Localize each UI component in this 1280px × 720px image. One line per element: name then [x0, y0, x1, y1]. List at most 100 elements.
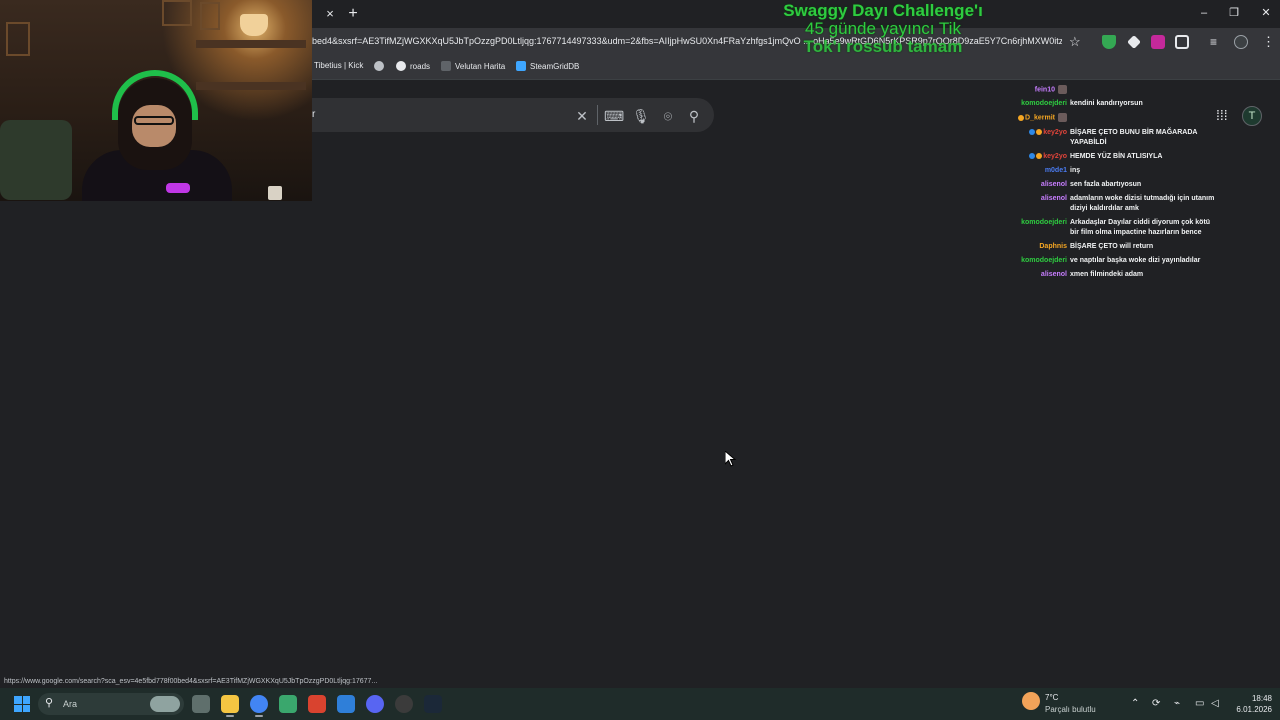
link-status-bar: https://www.google.com/search?sca_esv=4e… [0, 675, 424, 688]
weather-temperature[interactable]: 7°C [1045, 693, 1058, 702]
chat-username[interactable]: key2yo [1008, 152, 1070, 162]
bookmark-roads[interactable]: roads [396, 61, 430, 71]
chat-username-text: alisenol [1040, 270, 1067, 278]
close-window-button[interactable]: ✕ [1256, 5, 1276, 21]
chat-username[interactable]: key2yo [1008, 128, 1070, 148]
search-input[interactable]: r [312, 109, 315, 120]
google-account-avatar[interactable]: T [1242, 106, 1262, 126]
bookmark-tibetius-kick[interactable]: Tibetius | Kick [314, 61, 363, 70]
steamgriddb-icon [516, 61, 526, 71]
chat-message-text: BİŞARE ÇETO BUNU BİR MAĞARADA YAPABİLDİ [1070, 128, 1198, 146]
chat-username[interactable]: Daphnis [1008, 242, 1070, 252]
chat-username[interactable]: alisenol [1008, 180, 1070, 190]
microphone [166, 183, 190, 193]
chat-username[interactable]: komodoejderi [1008, 256, 1070, 266]
chat-message: Daphnis BİŞARE ÇETO will return [1008, 242, 1218, 252]
shelf [196, 40, 306, 48]
chat-message: alisenol adamların woke dizisi tutmadığı … [1008, 194, 1218, 214]
clear-search-icon[interactable]: ✕ [572, 106, 592, 126]
network-icon[interactable]: ▭ [1195, 698, 1204, 709]
stream-title-overlay: Swaggy Dayı Challenge'ı 45 günde yayıncı… [770, 2, 996, 56]
headset [112, 70, 198, 120]
weather-icon[interactable] [1022, 692, 1040, 710]
map-icon [441, 61, 451, 71]
screen: × + – ❐ ✕ bed4&sxsrf=AE3TifMZjWGXKXqU5Jb… [0, 0, 1280, 720]
browser-profile-icon[interactable] [1234, 35, 1248, 49]
file-explorer-icon[interactable] [221, 695, 239, 713]
task-view-icon[interactable] [192, 695, 210, 713]
google-search-box[interactable] [300, 98, 714, 132]
lens-camera-icon[interactable]: ⌾ [658, 106, 678, 126]
chat-username-text: fein10 [1034, 86, 1055, 94]
app-blue-icon[interactable] [337, 695, 355, 713]
maximize-button[interactable]: ❐ [1224, 5, 1244, 21]
clock-date[interactable]: 6.01.2026 [1222, 705, 1272, 714]
chat-message: alisenol xmen filmindeki adam [1008, 270, 1218, 280]
chat-username[interactable]: D_kermit [1008, 113, 1070, 123]
clock-time[interactable]: 18:48 [1232, 694, 1272, 703]
weather-condition[interactable]: Parçalı bulutlu [1045, 705, 1096, 714]
windows-logo-quad [14, 704, 22, 712]
reading-list-icon[interactable]: ≡ [1210, 35, 1224, 49]
chat-emote-icon [1058, 85, 1067, 94]
chat-overlay: fein10 komodoejderi kendini kandırıyorsun D… [1008, 85, 1218, 284]
chat-message: D_kermit [1008, 113, 1218, 123]
chat-username[interactable]: alisenol [1008, 194, 1070, 214]
chat-username-text: D_kermit [1025, 114, 1055, 122]
chat-username-text: alisenol [1040, 180, 1067, 188]
sync-icon[interactable]: ⟳ [1152, 698, 1160, 709]
app-green-icon[interactable] [279, 695, 297, 713]
chat-username-text: key2yo [1043, 128, 1067, 136]
wall-picture [200, 2, 220, 30]
keyboard-icon[interactable]: ⌨ [604, 106, 624, 126]
shield-extension-icon[interactable] [1102, 35, 1116, 49]
chat-username[interactable]: alisenol [1008, 270, 1070, 280]
volume-icon[interactable]: ◁ [1211, 698, 1219, 709]
chrome-icon[interactable] [250, 695, 268, 713]
chat-message-text: ve naptılar başka woke dizi yayınladılar [1070, 256, 1201, 264]
active-tab[interactable] [312, 4, 320, 24]
windows-logo-quad [22, 704, 30, 712]
chat-username[interactable]: komodoejderi [1008, 218, 1070, 238]
search-icon[interactable]: ⚲ [684, 106, 704, 126]
bookmark-star-icon[interactable]: ☆ [1069, 34, 1081, 50]
chat-message: key2yo BİŞARE ÇETO BUNU BİR MAĞARADA YAPA… [1008, 128, 1218, 148]
chat-username-text: key2yo [1043, 152, 1067, 160]
chat-username[interactable]: m0de1 [1008, 166, 1070, 176]
app-dark-icon[interactable] [395, 695, 413, 713]
chat-username[interactable]: fein10 [1008, 85, 1070, 95]
chat-message: key2yo HEMDE YÜZ BİN ATLISIYLA [1008, 152, 1218, 162]
new-tab-button[interactable]: + [345, 5, 361, 23]
start-button[interactable] [14, 696, 30, 712]
chat-badge-icon [1029, 128, 1036, 135]
extensions-puzzle-icon[interactable] [1175, 35, 1189, 49]
bookmark-globe[interactable] [374, 61, 384, 71]
tray-overflow-icon[interactable]: ⌃ [1131, 698, 1139, 709]
chat-badge-icon [1036, 152, 1043, 159]
usb-icon[interactable]: ⌁ [1174, 698, 1180, 709]
cursor-arrow-icon [725, 451, 737, 467]
chat-message-text: BİŞARE ÇETO will return [1070, 242, 1154, 250]
chat-badge-icon [1029, 152, 1036, 159]
bookmark-velutan-harita[interactable]: Velutan Harita [441, 61, 505, 71]
bookmark-steamgriddb[interactable]: SteamGridDB [516, 61, 579, 71]
microphone-icon[interactable]: 🎙 [631, 106, 651, 126]
stream-title-line3: Tok'ı rossub tamam [803, 37, 963, 56]
taskbar-search-placeholder: Ara [63, 699, 78, 709]
tab-close-button[interactable]: × [322, 6, 338, 22]
mug [268, 186, 282, 200]
google-apps-icon[interactable]: ⁞⁞⁞ [1216, 108, 1230, 122]
shelf [196, 82, 306, 90]
browser-menu-icon[interactable]: ⋮ [1262, 35, 1276, 49]
pink-extension-icon[interactable] [1151, 35, 1165, 49]
discord-icon[interactable] [366, 695, 384, 713]
app-red-icon[interactable] [308, 695, 326, 713]
chat-username-text: komodoejderi [1021, 256, 1067, 264]
wall-picture [6, 22, 30, 56]
minimize-button[interactable]: – [1194, 5, 1214, 21]
running-indicator [255, 715, 263, 717]
chat-badge-icon [1018, 114, 1025, 121]
chat-username[interactable]: komodoejderi [1008, 99, 1070, 109]
steam-icon[interactable] [424, 695, 442, 713]
chat-message-text [1070, 85, 1218, 95]
